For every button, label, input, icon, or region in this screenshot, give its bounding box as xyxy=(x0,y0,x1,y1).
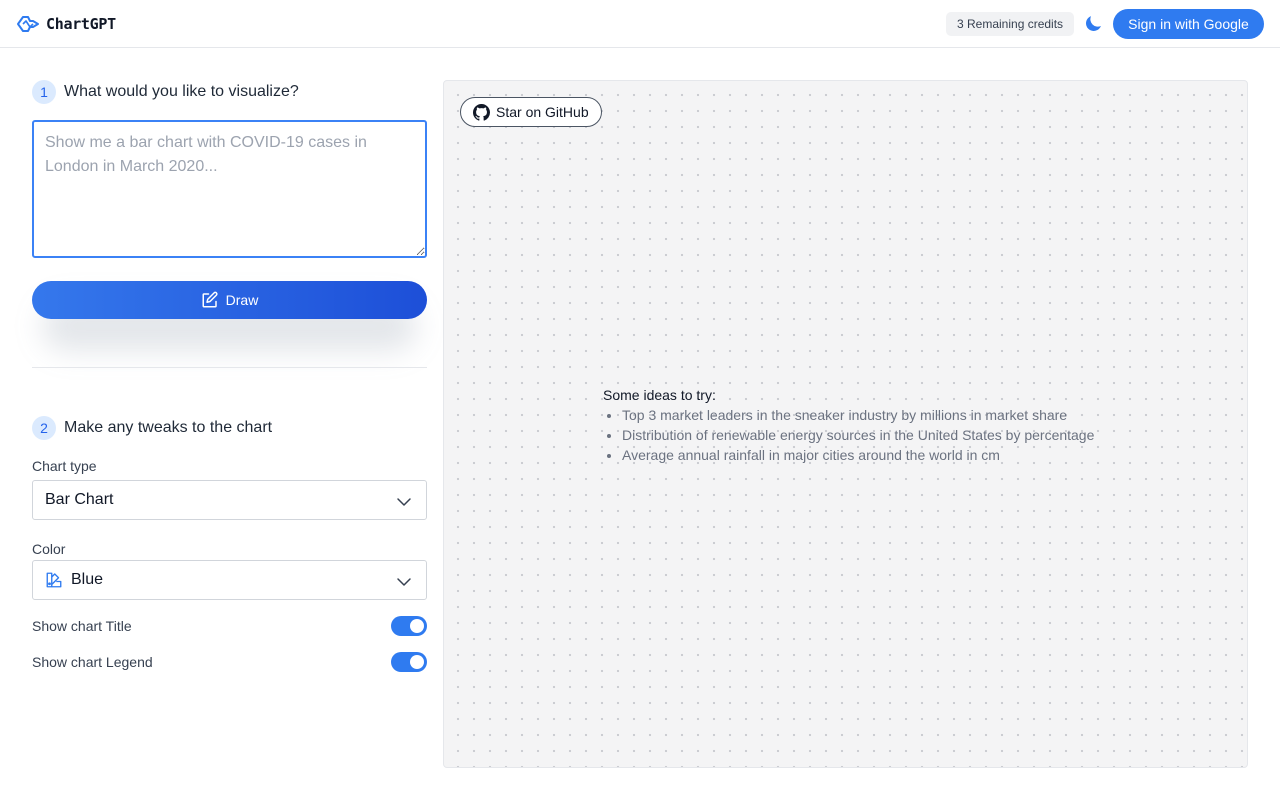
color-value: Blue xyxy=(71,571,104,588)
show-title-toggle[interactable] xyxy=(391,616,427,636)
ideas-title: Some ideas to try: xyxy=(603,387,716,403)
chevron-down-icon xyxy=(397,498,411,506)
step-1-heading: 1 What would you like to visualize? xyxy=(32,80,299,104)
toggle-knob xyxy=(410,655,424,669)
step-1-label: What would you like to visualize? xyxy=(64,83,299,100)
chevron-down-icon xyxy=(397,578,411,586)
prompt-textarea[interactable] xyxy=(32,120,427,258)
github-icon xyxy=(473,103,490,121)
step-number-badge: 2 xyxy=(32,416,56,440)
step-2-heading: 2 Make any tweaks to the chart xyxy=(32,416,272,440)
pencil-icon xyxy=(202,291,218,308)
ideas-list: Top 3 market leaders in the sneaker indu… xyxy=(603,405,1123,465)
moon-icon[interactable] xyxy=(1083,13,1104,34)
idea-item[interactable]: Distribution of renewable energy sources… xyxy=(622,425,1123,445)
idea-item[interactable]: Top 3 market leaders in the sneaker indu… xyxy=(622,405,1123,425)
sign-in-google-button[interactable]: Sign in with Google xyxy=(1113,9,1264,39)
color-select[interactable]: Blue xyxy=(32,560,427,600)
chart-canvas: Star on GitHub Some ideas to try: Top 3 … xyxy=(443,80,1248,768)
toggle-knob xyxy=(410,619,424,633)
draw-button[interactable]: Draw xyxy=(32,281,427,319)
top-header: ChartGPT 3 Remaining credits Sign in wit… xyxy=(0,0,1280,48)
idea-item[interactable]: Average annual rainfall in major cities … xyxy=(622,445,1123,465)
section-divider xyxy=(32,367,427,368)
app-logo[interactable]: ChartGPT xyxy=(16,12,116,36)
show-legend-label: Show chart Legend xyxy=(32,654,153,670)
app-name: ChartGPT xyxy=(46,15,116,33)
draw-button-wrapper: Draw xyxy=(32,281,427,351)
draw-button-label: Draw xyxy=(225,292,259,308)
color-palette-icon xyxy=(46,572,62,588)
step-number-badge: 1 xyxy=(32,80,56,104)
star-on-github-button[interactable]: Star on GitHub xyxy=(460,97,602,127)
color-label: Color xyxy=(32,541,66,557)
chart-type-value: Bar Chart xyxy=(45,491,114,508)
github-button-label: Star on GitHub xyxy=(496,104,589,120)
show-title-label: Show chart Title xyxy=(32,618,132,634)
step-2-label: Make any tweaks to the chart xyxy=(64,419,273,436)
chart-type-label: Chart type xyxy=(32,458,97,474)
chart-type-select[interactable]: Bar Chart xyxy=(32,480,427,520)
show-legend-toggle[interactable] xyxy=(391,652,427,672)
ideas-list-section: Some ideas to try: Top 3 market leaders … xyxy=(603,385,1123,465)
logo-icon xyxy=(17,16,39,32)
credits-badge: 3 Remaining credits xyxy=(946,12,1075,36)
